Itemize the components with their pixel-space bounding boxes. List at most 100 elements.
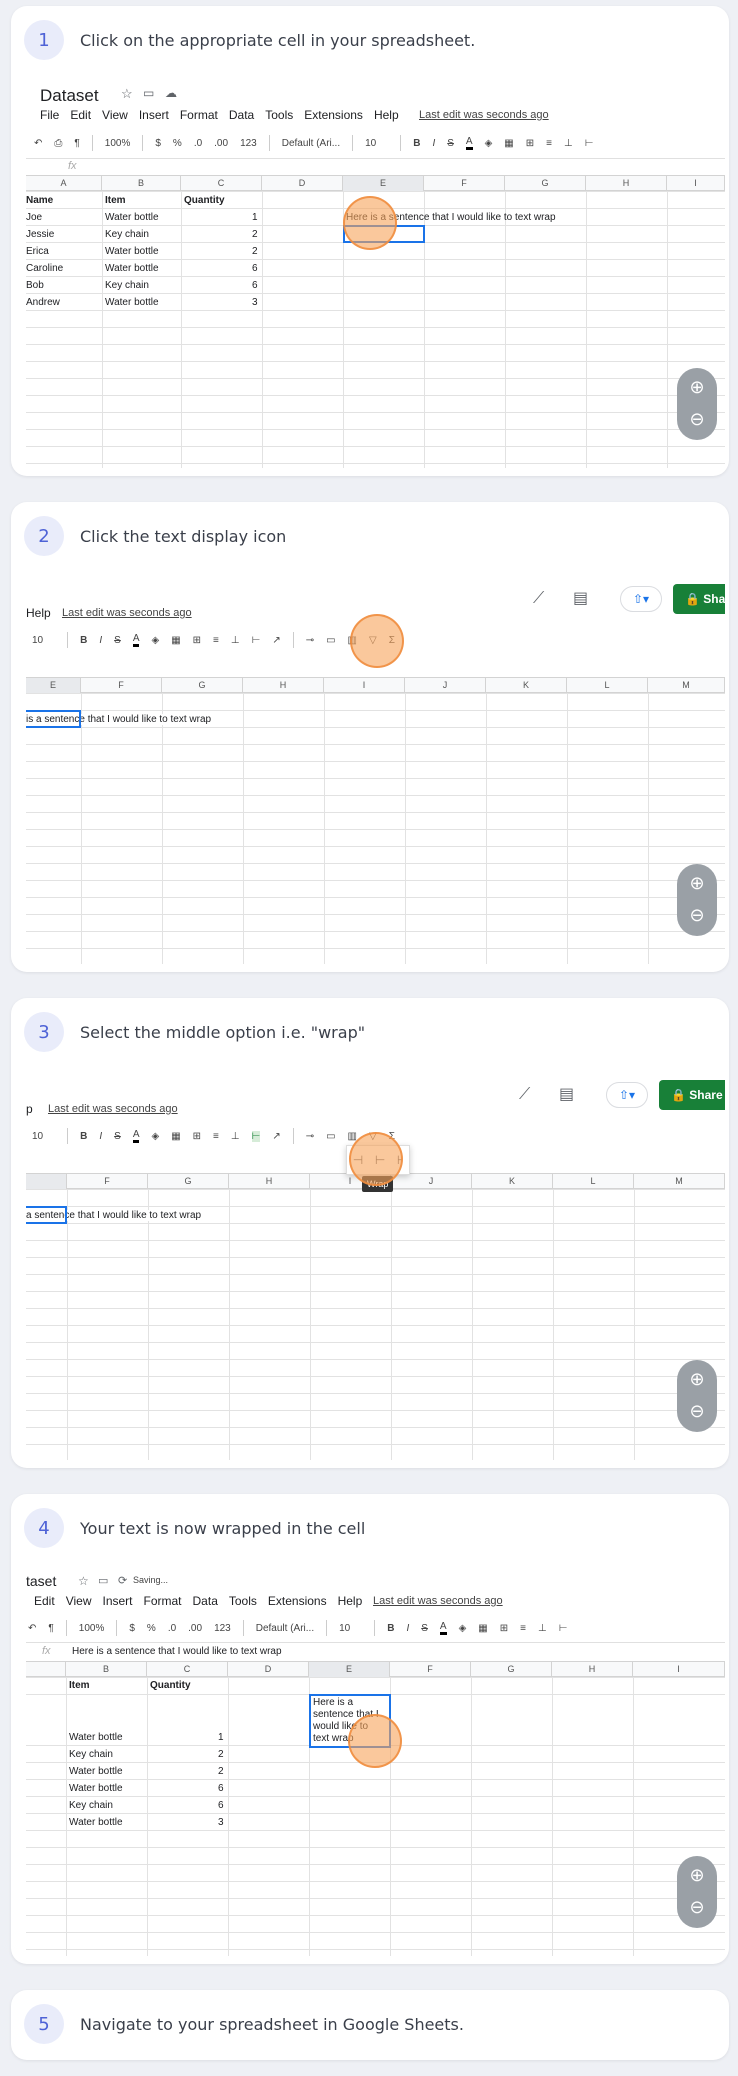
quantity-cell[interactable]: 2 bbox=[252, 229, 258, 240]
col-header[interactable]: E bbox=[343, 176, 424, 191]
item-cell[interactable]: Water bottle bbox=[69, 1783, 123, 1794]
folder-icon[interactable]: ▭ bbox=[143, 86, 154, 100]
menu-tools[interactable]: Tools bbox=[265, 108, 293, 122]
name-cell[interactable]: Erica bbox=[26, 246, 49, 257]
menu-view[interactable]: View bbox=[102, 108, 128, 122]
borders-icon[interactable]: ▦ bbox=[171, 1131, 180, 1142]
zoom-out-icon[interactable]: ⊖ bbox=[687, 1898, 707, 1918]
zoom-out-icon[interactable]: ⊖ bbox=[687, 906, 707, 926]
quantity-cell[interactable]: 1 bbox=[218, 1732, 224, 1743]
italic-button[interactable]: I bbox=[406, 1623, 409, 1634]
col-header[interactable]: B bbox=[102, 176, 181, 191]
menu-edit[interactable]: Edit bbox=[70, 108, 91, 122]
zoom-in-icon[interactable]: ⊕ bbox=[687, 378, 707, 398]
quantity-cell[interactable]: 6 bbox=[218, 1783, 224, 1794]
col-header[interactable]: M bbox=[634, 1174, 725, 1189]
valign-icon[interactable]: ⊥ bbox=[564, 138, 573, 149]
zoom-select[interactable]: 100% bbox=[79, 1623, 105, 1634]
present-button[interactable]: ⇧▾ bbox=[620, 586, 662, 612]
bold-button[interactable]: B bbox=[413, 138, 420, 149]
star-icon[interactable]: ☆ bbox=[121, 86, 133, 102]
item-cell[interactable]: Water bottle bbox=[69, 1766, 123, 1777]
col-header[interactable]: J bbox=[405, 678, 486, 693]
col-header[interactable]: I bbox=[633, 1662, 725, 1677]
item-cell[interactable]: Water bottle bbox=[105, 263, 159, 274]
text-color-button[interactable]: A bbox=[132, 633, 140, 647]
align-icon[interactable]: ≡ bbox=[213, 635, 219, 646]
name-cell[interactable]: Caroline bbox=[26, 263, 63, 274]
share-button[interactable]: 🔒 Share bbox=[659, 1080, 725, 1110]
align-icon[interactable]: ≡ bbox=[546, 138, 552, 149]
italic-button[interactable]: I bbox=[99, 635, 102, 646]
currency-button[interactable]: $ bbox=[129, 1623, 135, 1634]
col-header[interactable]: H bbox=[552, 1662, 633, 1677]
star-icon[interactable]: ☆ bbox=[78, 1574, 89, 1588]
percent-button[interactable]: % bbox=[147, 1623, 156, 1634]
last-edit-link[interactable]: Last edit was seconds ago bbox=[419, 109, 549, 121]
item-cell[interactable]: Water bottle bbox=[105, 297, 159, 308]
font-size-select[interactable]: 10 bbox=[339, 1623, 350, 1634]
text-wrap-icon[interactable]: ⊢ bbox=[252, 635, 261, 646]
percent-button[interactable]: % bbox=[173, 138, 182, 149]
last-edit-link[interactable]: Last edit was seconds ago bbox=[373, 1595, 503, 1607]
quantity-cell[interactable]: 2 bbox=[218, 1766, 224, 1777]
col-header[interactable]: F bbox=[67, 1174, 148, 1189]
col-header[interactable]: B bbox=[66, 1662, 147, 1677]
font-size-select[interactable]: 10 bbox=[32, 1131, 43, 1142]
col-header[interactable]: H bbox=[586, 176, 667, 191]
italic-button[interactable]: I bbox=[432, 138, 435, 149]
text-color-button[interactable]: A bbox=[465, 136, 473, 150]
trend-icon[interactable]: ⟋ bbox=[519, 1084, 530, 1104]
text-wrap-icon[interactable]: ⊢ bbox=[251, 1130, 261, 1142]
zoom-out-icon[interactable]: ⊖ bbox=[687, 1402, 707, 1422]
col-header[interactable]: I bbox=[667, 176, 725, 191]
text-color-button[interactable]: A bbox=[439, 1621, 447, 1635]
item-cell[interactable]: Key chain bbox=[105, 229, 149, 240]
quantity-cell[interactable]: 3 bbox=[218, 1817, 224, 1828]
menu-tools[interactable]: Tools bbox=[229, 1594, 257, 1608]
last-edit-link[interactable]: Last edit was seconds ago bbox=[62, 607, 192, 619]
quantity-cell[interactable]: 6 bbox=[252, 280, 258, 291]
comment-icon[interactable]: ▤ bbox=[559, 1084, 574, 1103]
col-header[interactable]: I bbox=[324, 678, 405, 693]
comment-add-icon[interactable]: ▭ bbox=[326, 1131, 335, 1142]
col-header[interactable]: E bbox=[309, 1662, 390, 1677]
item-cell[interactable]: Key chain bbox=[69, 1800, 113, 1811]
col-header[interactable]: C bbox=[147, 1662, 228, 1677]
doc-title[interactable]: taset bbox=[26, 1573, 56, 1589]
col-header[interactable]: C bbox=[181, 176, 262, 191]
wrap-icon[interactable]: ⊢ bbox=[585, 138, 594, 149]
rotate-icon[interactable]: ↗ bbox=[272, 1131, 280, 1142]
col-header[interactable]: J bbox=[391, 1174, 472, 1189]
comment-icon[interactable]: ▤ bbox=[573, 588, 588, 607]
bold-button[interactable]: B bbox=[387, 1623, 394, 1634]
col-header[interactable]: H bbox=[229, 1174, 310, 1189]
col-header[interactable]: G bbox=[162, 678, 243, 693]
font-size-select[interactable]: 10 bbox=[32, 635, 43, 646]
zoom-select[interactable]: 100% bbox=[105, 138, 131, 149]
fill-color-icon[interactable]: ◈ bbox=[151, 1131, 159, 1142]
col-header[interactable]: E bbox=[26, 678, 81, 693]
menu-insert[interactable]: Insert bbox=[102, 1594, 132, 1608]
text-color-button[interactable]: A bbox=[132, 1129, 140, 1143]
quantity-cell[interactable]: 2 bbox=[252, 246, 258, 257]
merge-icon[interactable]: ⊞ bbox=[500, 1623, 508, 1634]
col-header[interactable]: L bbox=[567, 678, 648, 693]
align-icon[interactable]: ≡ bbox=[213, 1131, 219, 1142]
col-header[interactable]: F bbox=[424, 176, 505, 191]
col-header[interactable]: L bbox=[553, 1174, 634, 1189]
quantity-cell[interactable]: 3 bbox=[252, 297, 258, 308]
col-header[interactable]: D bbox=[262, 176, 343, 191]
merge-icon[interactable]: ⊞ bbox=[193, 1131, 201, 1142]
strikethrough-button[interactable]: S bbox=[114, 1131, 121, 1142]
valign-icon[interactable]: ⊥ bbox=[538, 1623, 547, 1634]
undo-icon[interactable]: ↶ bbox=[34, 138, 42, 149]
font-select[interactable]: Default (Ari... bbox=[282, 138, 340, 149]
increase-decimal-button[interactable]: .00 bbox=[214, 138, 228, 149]
link-icon[interactable]: ⊸ bbox=[306, 635, 314, 646]
formula-input[interactable]: Here is a sentence that I would like to … bbox=[72, 1646, 282, 1657]
zoom-in-icon[interactable]: ⊕ bbox=[687, 874, 707, 894]
strikethrough-button[interactable]: S bbox=[421, 1623, 428, 1634]
quantity-cell[interactable]: 1 bbox=[252, 212, 258, 223]
borders-icon[interactable]: ▦ bbox=[478, 1623, 487, 1634]
